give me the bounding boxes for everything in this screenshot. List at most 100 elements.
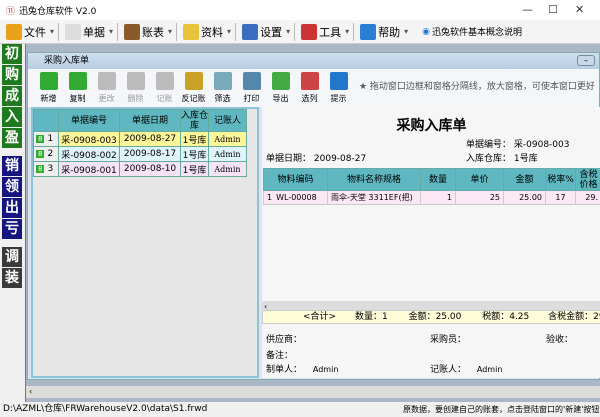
chevron-down-icon: ▾ (50, 27, 55, 36)
table-row[interactable]: 8 1 采-0908-003 2009-08-27 1号库 Admin (33, 131, 247, 147)
row-number: 1 (47, 134, 54, 144)
total-amount: 金额：25.00 (408, 312, 462, 322)
menu-icon (301, 23, 318, 40)
toolbar-label: 选列 (301, 94, 318, 103)
detail-col-header[interactable]: 物料名称规格 (327, 168, 421, 191)
concept-help-link[interactable]: ◉ 迅兔软件基本概念说明 (422, 25, 522, 39)
buyer-label: 采购员： (430, 335, 467, 345)
menu-0[interactable]: 文件 ▾ (6, 23, 55, 40)
detail-row[interactable]: 1 WL-00008 雨伞-天堂 3311EF(把) 1 25 25.00 17 29. (263, 190, 600, 205)
purchase-receipt-window: 采购入库单 – 新增 复制 更改 删除 记账 反记账 筛选 打印 导出 选列 提示 ★ 拖动窗口边框和… (27, 52, 600, 380)
toolbar-button-3[interactable]: 删除 (121, 72, 150, 104)
row-number: 1 (267, 193, 273, 202)
booker: Admin (476, 365, 503, 374)
menu-icon (242, 23, 259, 40)
minimize-button[interactable]: — (522, 3, 533, 16)
table-row[interactable]: 8 2 采-0908-002 2009-08-17 1号库 Admin (33, 146, 247, 162)
document-title: 采购入库单 (396, 118, 467, 134)
menu-6[interactable]: 帮助 ▾ (360, 23, 409, 40)
cell-no: 采-0908-003 (58, 131, 120, 147)
close-button[interactable]: ✕ (575, 3, 584, 16)
menu-5[interactable]: 工具 ▾ (301, 23, 350, 40)
detail-col-header[interactable]: 金额 (503, 168, 546, 191)
child-minimize-button[interactable]: – (577, 55, 595, 66)
toolbar-button-6[interactable]: 筛选 (208, 72, 237, 104)
menu-1[interactable]: 单据 ▾ (65, 23, 113, 40)
menu-label: 文件 (24, 25, 46, 39)
menu-2[interactable]: 账表 ▾ (124, 23, 172, 40)
sidebar-button[interactable]: 盈 (2, 128, 22, 148)
separator (353, 22, 355, 41)
col-header[interactable]: 单据日期 (119, 109, 181, 132)
document-list-panel: 单据编号 单据日期 入库仓库 记账人 8 1 采-0908-003 2009-08-2… (31, 107, 259, 378)
warehouse: 1号库 (513, 154, 538, 164)
row-badge-icon: 8 (36, 150, 45, 158)
sidebar-button[interactable]: 初 (2, 44, 22, 64)
menu-4[interactable]: 设置 ▾ (242, 23, 291, 40)
detail-col-header[interactable]: 物料编码 (263, 168, 328, 191)
menu-3[interactable]: 资料 ▾ (183, 23, 232, 40)
sidebar-button[interactable]: 领 (2, 177, 22, 197)
toolbar-label: 导出 (272, 94, 289, 103)
sidebar-button[interactable]: 亏 (2, 219, 22, 239)
booker-label: 记账人： (430, 365, 467, 375)
menu-label: 账表 (142, 25, 165, 39)
toolbar-label: 新增 (40, 94, 57, 103)
row-badge-icon: 8 (36, 165, 45, 173)
mdi-horizontal-scrollbar[interactable]: ‹ (26, 386, 600, 398)
chevron-down-icon: ▾ (286, 27, 291, 36)
toolbar-button-7[interactable]: 打印 (237, 72, 266, 104)
totals-bar: <合计> 数量：1 金额：25.00 税额：4.25 含税金额：29 (262, 310, 600, 324)
toolbar-button-10[interactable]: 提示 (324, 72, 353, 104)
sidebar-button[interactable]: 成 (2, 86, 22, 106)
chevron-down-icon: ▾ (345, 27, 350, 36)
row-indicator[interactable]: 82 (33, 146, 59, 162)
sidebar-button[interactable]: 调 (2, 247, 22, 267)
toolbar-label: 打印 (243, 94, 260, 103)
toolbar-button-8[interactable]: 导出 (266, 72, 295, 104)
detail-col-header[interactable]: 含税价格 (575, 168, 600, 191)
sidebar-button[interactable]: 入 (2, 107, 22, 127)
detail-col-header[interactable]: 数量 (420, 168, 456, 191)
col-header[interactable]: 记账人 (208, 109, 247, 132)
cell-amount: 25.00 (503, 190, 546, 205)
row-badge-icon: 8 (36, 135, 45, 143)
cell-date: 2009-08-17 (119, 146, 181, 162)
document-list-grid: 单据编号 单据日期 入库仓库 记账人 8 1 采-0908-003 2009-08-2… (33, 109, 247, 177)
table-row[interactable]: 8 3 采-0908-001 2009-08-10 1号库 Admin (33, 161, 247, 177)
toolbar-button-0[interactable]: 新增 (34, 72, 63, 104)
row-number: 3 (47, 164, 54, 174)
toolbar-button-4[interactable]: 记账 (150, 72, 179, 104)
detail-grid: 物料编码 物料名称规格 数量 单价 金额 税率% 含税价格 1 WL-00008 雨伞-天堂 33… (263, 168, 600, 205)
toolbar-button-1[interactable]: 复制 (63, 72, 92, 104)
sidebar-button[interactable]: 出 (2, 198, 22, 218)
toolbar-icon (329, 72, 348, 90)
maker: Admin (312, 365, 339, 374)
chevron-down-icon: ▾ (227, 27, 232, 36)
row-indicator[interactable]: 83 (33, 161, 59, 177)
toolbar-button-9[interactable]: 选列 (295, 72, 324, 104)
detail-col-header[interactable]: 单价 (455, 168, 504, 191)
detail-col-header[interactable]: 税率% (545, 168, 576, 191)
main-toolbar: 文件 ▾ 单据 ▾ 账表 ▾ 资料 ▾ 设置 ▾ 工具 ▾ 帮助 ▾ ◉ 迅兔软件基本概念说明 (0, 20, 600, 44)
toolbar-button-5[interactable]: 反记账 (179, 72, 208, 104)
toolbar-label: 复制 (69, 94, 86, 103)
menu-icon (65, 23, 82, 40)
horizontal-scrollbar[interactable]: ‹ (262, 301, 600, 311)
cell-wh: 1号库 (180, 131, 209, 147)
chevron-down-icon: ▾ (404, 27, 409, 36)
sidebar-button[interactable]: 装 (2, 268, 22, 288)
col-header[interactable]: 单据编号 (58, 109, 120, 132)
supplier-label: 供应商： (266, 335, 303, 345)
cell-user: Admin (208, 146, 247, 162)
row-indicator[interactable]: 81 (33, 131, 59, 147)
col-header[interactable]: 入库仓库 (180, 109, 209, 132)
sidebar: 初购成入盈销领出亏调装 (0, 44, 25, 402)
sidebar-button[interactable]: 购 (2, 65, 22, 85)
toolbar-icon (213, 72, 232, 90)
maximize-button[interactable]: ☐ (548, 3, 558, 16)
toolbar-button-2[interactable]: 更改 (92, 72, 121, 104)
menu-label: 工具 (319, 25, 342, 39)
total-tax: 税额：4.25 (482, 312, 530, 322)
sidebar-button[interactable]: 销 (2, 156, 22, 176)
